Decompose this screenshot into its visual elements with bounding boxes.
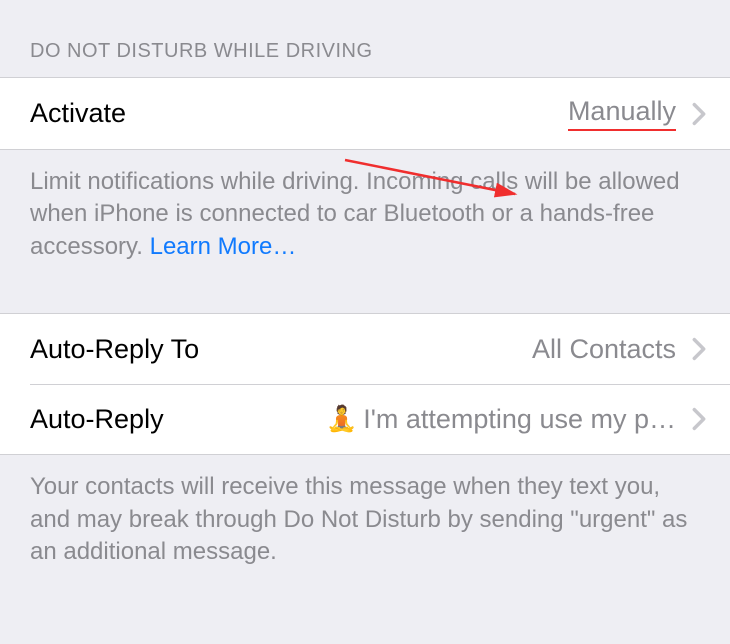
- auto-reply-row[interactable]: Auto-Reply 🧘 I'm attempting use my p…: [0, 384, 730, 454]
- learn-more-link[interactable]: Learn More…: [150, 233, 297, 260]
- auto-reply-to-row[interactable]: Auto-Reply To All Contacts: [0, 314, 730, 384]
- activate-label: Activate: [30, 98, 126, 129]
- section-gap: [0, 283, 730, 313]
- meditation-emoji-icon: 🧘: [326, 405, 357, 434]
- auto-reply-group: Auto-Reply To All Contacts Auto-Reply 🧘 …: [0, 313, 730, 455]
- section-header-dnd: DO NOT DISTURB WHILE DRIVING: [0, 0, 730, 77]
- activate-row[interactable]: Activate Manually: [0, 78, 730, 149]
- activate-footer: Limit notifications while driving. Incom…: [0, 150, 730, 283]
- auto-reply-label: Auto-Reply: [30, 404, 164, 435]
- activate-footer-text: Limit notifications while driving. Incom…: [30, 168, 680, 260]
- auto-reply-value-wrap: 🧘 I'm attempting use my p…: [188, 404, 676, 435]
- chevron-right-icon: [692, 337, 706, 361]
- auto-reply-value: I'm attempting use my p…: [363, 404, 676, 435]
- chevron-right-icon: [692, 102, 706, 126]
- auto-reply-footer: Your contacts will receive this message …: [0, 455, 730, 588]
- auto-reply-to-label: Auto-Reply To: [30, 334, 199, 365]
- auto-reply-to-value: All Contacts: [532, 334, 676, 365]
- chevron-right-icon: [692, 407, 706, 431]
- activate-group: Activate Manually: [0, 77, 730, 150]
- activate-value: Manually: [568, 96, 676, 131]
